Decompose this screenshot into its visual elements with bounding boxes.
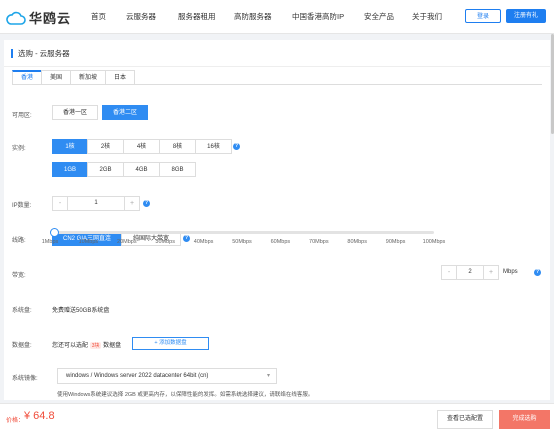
add-data-disk-button[interactable]: + 添加数据盘	[132, 337, 209, 350]
bandwidth-tick-label: 100Mbps	[422, 239, 446, 245]
os-image-value: windows / Windows server 2022 datacenter…	[66, 373, 209, 379]
price-label: 价格：	[6, 418, 25, 424]
bandwidth-help-icon[interactable]: ?	[534, 269, 541, 276]
ip-count-input[interactable]: 1	[67, 197, 125, 210]
divider	[4, 66, 550, 67]
nav-cloud-server[interactable]: 云服务器	[126, 11, 156, 22]
brand-name: 华鸥云	[29, 11, 72, 26]
tab-hongkong[interactable]: 香港	[12, 70, 43, 85]
mem-1gb-option[interactable]: 1GB	[52, 162, 88, 177]
nav-server-rental[interactable]: 服务器租用	[178, 11, 216, 22]
ip-plus-button[interactable]: +	[125, 197, 139, 210]
bandwidth-tick-label: 60Mbps	[270, 239, 291, 245]
mem-2gb-option[interactable]: 2GB	[87, 162, 124, 177]
bandwidth-tick-label: 40Mbps	[193, 239, 214, 245]
mem-8gb-option[interactable]: 8GB	[159, 162, 196, 177]
bandwidth-tick-label: 20Mbps	[117, 239, 137, 245]
buy-button[interactable]: 完成选购	[499, 410, 550, 429]
chevron-down-icon: ▾	[266, 373, 270, 379]
instance-label: 实例:	[12, 146, 26, 152]
os-image-note: 使用Windows系统建议选择 2GB 或更高内存，以保障性能的发挥。如需系统选…	[57, 392, 314, 398]
tab-japan[interactable]: 日本	[105, 70, 136, 85]
bandwidth-tick-label: 90Mbps	[385, 239, 406, 245]
bandwidth-slider-handle[interactable]	[49, 228, 59, 237]
bandwidth-tick-label: 1Mbps	[41, 239, 59, 245]
register-button[interactable]: 注册有礼	[506, 9, 546, 23]
cpu-16-option[interactable]: 16核	[195, 139, 232, 154]
cpu-4-option[interactable]: 4核	[123, 139, 160, 154]
ip-help-icon[interactable]: ?	[143, 200, 150, 207]
zone-hk2-option[interactable]: 香港二区	[102, 105, 148, 120]
cpu-1-option[interactable]: 1核	[52, 139, 88, 154]
line-help-icon[interactable]: ?	[183, 235, 190, 242]
nav-hk-ddos-ip[interactable]: 中国香港高防IP	[292, 11, 344, 22]
os-image-select[interactable]: windows / Windows server 2022 datacenter…	[57, 368, 277, 384]
bandwidth-label: 带宽:	[12, 273, 26, 279]
nav-about[interactable]: 关于我们	[412, 11, 442, 22]
bandwidth-input[interactable]: 2	[456, 266, 484, 279]
bandwidth-tick-label: 10Mbps	[78, 239, 99, 245]
os-image-label: 系统镜像:	[12, 376, 38, 382]
bandwidth-tick-label: 80Mbps	[347, 239, 367, 245]
nav-ddos-server[interactable]: 高防服务器	[234, 11, 272, 22]
tab-singapore[interactable]: 新加坡	[70, 70, 107, 85]
brand-logo[interactable]: 华鸥云	[6, 8, 71, 27]
bandwidth-stepper: - 2 +	[441, 265, 499, 280]
region-tabs: 香港 美国 新加坡 日本	[12, 70, 136, 85]
nav-home[interactable]: 首页	[91, 11, 106, 22]
bandwidth-tick-label: 30Mbps	[155, 239, 175, 245]
data-disk-suffix: 数据盘	[103, 343, 122, 349]
data-disk-text: 您还可以选配 3块 数据盘	[52, 340, 121, 349]
zone-label: 可用区:	[12, 113, 32, 119]
tab-usa[interactable]: 美国	[41, 70, 72, 85]
footer-bar: 价格： ¥ 64.8 查看已选配置 完成选购	[0, 403, 554, 434]
bandwidth-plus-button[interactable]: +	[484, 266, 498, 279]
login-button[interactable]: 登录	[465, 9, 501, 23]
breadcrumb: 选购 - 云服务器	[11, 49, 70, 58]
tab-underline	[12, 84, 542, 85]
bandwidth-tick-label: 70Mbps	[309, 239, 329, 245]
bandwidth-unit: Mbps	[503, 269, 518, 275]
config-panel: 选购 - 云服务器 香港 美国 新加坡 日本 可用区: 香港一区 香港二区 实例…	[4, 40, 550, 400]
price-value: ¥ 64.8	[24, 410, 55, 422]
top-navbar: 华鸥云 首页 云服务器 服务器租用 高防服务器 中国香港高防IP 安全产品 关于…	[0, 0, 554, 34]
nav-security[interactable]: 安全产品	[364, 11, 394, 22]
system-disk-text: 免费赠送50GB系统盘	[52, 308, 110, 314]
bandwidth-tick-label: 50Mbps	[232, 239, 252, 245]
zone-hk1-option[interactable]: 香港一区	[52, 105, 98, 120]
ip-minus-button[interactable]: -	[53, 197, 67, 210]
ip-count-stepper: - 1 +	[52, 196, 140, 211]
bandwidth-minus-button[interactable]: -	[442, 266, 456, 279]
data-disk-prefix: 您还可以选配	[52, 343, 89, 349]
mem-4gb-option[interactable]: 4GB	[123, 162, 160, 177]
cpu-8-option[interactable]: 8核	[159, 139, 196, 154]
ip-count-label: IP数量:	[12, 203, 32, 209]
cpu-2-option[interactable]: 2核	[87, 139, 124, 154]
line-label: 线路:	[12, 238, 26, 244]
system-disk-label: 系统盘:	[12, 308, 32, 314]
data-disk-count-badge: 3块	[89, 342, 102, 349]
cloud-logo-icon	[6, 11, 26, 25]
data-disk-label: 数据盘:	[12, 343, 32, 349]
instance-help-icon[interactable]: ?	[233, 143, 240, 150]
bandwidth-slider[interactable]	[49, 228, 434, 237]
view-config-button[interactable]: 查看已选配置	[437, 410, 493, 429]
